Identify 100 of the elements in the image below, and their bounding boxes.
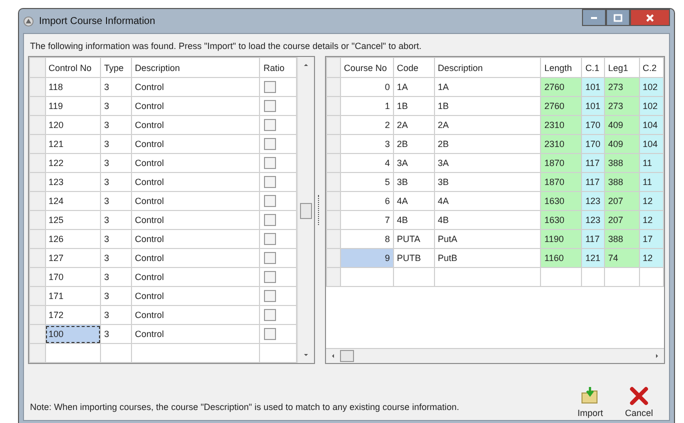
row-header[interactable] [326, 116, 340, 134]
checkbox[interactable] [264, 138, 276, 150]
table-cell[interactable]: 5 [340, 172, 394, 192]
column-header[interactable]: Course No [340, 58, 394, 78]
row-header[interactable] [30, 154, 45, 172]
table-cell[interactable]: 126 [45, 230, 101, 248]
table-cell[interactable]: 124 [45, 192, 101, 210]
table-cell: 1B [393, 96, 434, 116]
checkbox[interactable] [264, 271, 276, 283]
table-cell[interactable]: 119 [45, 96, 101, 116]
checkbox[interactable] [264, 100, 276, 112]
table-cell[interactable]: 170 [45, 268, 101, 286]
row-header[interactable] [30, 286, 45, 306]
row-header[interactable] [326, 134, 340, 154]
checkbox[interactable] [264, 195, 276, 207]
scroll-thumb[interactable] [340, 350, 354, 362]
table-cell: PUTA [393, 230, 434, 248]
checkbox[interactable] [264, 119, 276, 131]
table-cell[interactable]: 118 [45, 78, 101, 96]
checkbox[interactable] [264, 309, 276, 321]
column-header[interactable]: Length [540, 58, 582, 78]
row-header[interactable] [30, 134, 45, 154]
column-header[interactable]: Type [100, 58, 132, 78]
table-cell[interactable]: 120 [45, 116, 101, 134]
row-header[interactable] [30, 248, 45, 268]
maximize-icon [613, 12, 623, 22]
minimize-button[interactable] [582, 9, 606, 26]
column-header[interactable]: Leg1 [604, 58, 640, 78]
row-header[interactable] [30, 268, 45, 286]
row-header[interactable] [30, 96, 45, 116]
checkbox[interactable] [264, 252, 276, 264]
row-header[interactable] [30, 192, 45, 210]
table-cell: 3B [434, 172, 541, 192]
table-cell[interactable]: 2 [340, 116, 394, 134]
row-header[interactable] [326, 172, 340, 192]
row-header[interactable] [30, 78, 45, 96]
table-cell: 3 [100, 324, 132, 344]
table-cell[interactable]: 6 [340, 192, 394, 210]
table-cell[interactable]: 171 [45, 286, 101, 306]
table-cell: 12 [639, 192, 664, 210]
table-cell: 123 [582, 192, 605, 210]
column-header[interactable]: Description [131, 58, 260, 78]
table-cell[interactable]: 8 [340, 230, 394, 248]
scroll-up-icon[interactable] [302, 61, 310, 69]
horizontal-scrollbar[interactable] [326, 348, 664, 363]
table-cell: PutB [434, 248, 541, 268]
scroll-thumb[interactable] [300, 203, 312, 219]
table-cell: 1190 [540, 230, 582, 248]
table-cell[interactable]: 7 [340, 210, 394, 230]
table-cell[interactable]: 127 [45, 248, 101, 268]
close-button[interactable] [630, 9, 670, 26]
row-header[interactable] [30, 306, 45, 324]
checkbox[interactable] [264, 328, 276, 340]
table-cell[interactable]: 3 [340, 134, 394, 154]
column-header[interactable]: Control No [45, 58, 101, 78]
table-cell[interactable]: 125 [45, 210, 101, 230]
table-cell: 12 [639, 248, 664, 268]
table-cell[interactable]: 121 [45, 134, 101, 154]
row-header[interactable] [326, 248, 340, 268]
table-cell[interactable]: 122 [45, 154, 101, 172]
app-icon [23, 16, 34, 26]
table-cell[interactable]: 4 [340, 154, 394, 172]
scroll-right-icon[interactable] [653, 352, 661, 360]
column-header[interactable]: C.2 [639, 58, 664, 78]
import-button[interactable]: Import [573, 386, 607, 418]
checkbox[interactable] [264, 233, 276, 245]
table-cell: Control [131, 210, 260, 230]
column-header[interactable]: Ratio [260, 58, 296, 78]
table-cell: 74 [604, 248, 640, 268]
row-header[interactable] [326, 230, 340, 248]
table-cell: 3 [100, 248, 132, 268]
row-header[interactable] [30, 172, 45, 192]
table-cell: 3 [100, 192, 132, 210]
row-header[interactable] [326, 154, 340, 172]
scroll-down-icon[interactable] [302, 351, 310, 359]
table-cell[interactable]: 0 [340, 78, 394, 96]
table-cell: 3 [100, 306, 132, 324]
row-header[interactable] [30, 230, 45, 248]
checkbox[interactable] [264, 290, 276, 302]
checkbox[interactable] [264, 81, 276, 93]
row-header[interactable] [30, 116, 45, 134]
row-header[interactable] [30, 324, 45, 344]
table-cell: Control [131, 96, 260, 116]
row-header[interactable] [326, 96, 340, 116]
column-header[interactable]: Description [434, 58, 541, 78]
table-cell[interactable]: 100 [45, 324, 101, 344]
row-header[interactable] [326, 78, 340, 96]
table-cell[interactable]: 123 [45, 172, 101, 192]
vertical-scrollbar[interactable] [297, 57, 314, 363]
checkbox[interactable] [264, 176, 276, 188]
table-cell[interactable]: 1 [340, 96, 394, 116]
row-header[interactable] [30, 210, 45, 230]
cancel-button[interactable]: Cancel [620, 386, 657, 418]
column-header[interactable]: C.1 [582, 58, 605, 78]
checkbox[interactable] [264, 214, 276, 226]
maximize-button[interactable] [606, 9, 630, 26]
column-header[interactable]: Code [393, 58, 434, 78]
table-cell: 123 [582, 210, 605, 230]
checkbox[interactable] [264, 157, 276, 169]
table-cell[interactable]: 9 [340, 248, 394, 268]
